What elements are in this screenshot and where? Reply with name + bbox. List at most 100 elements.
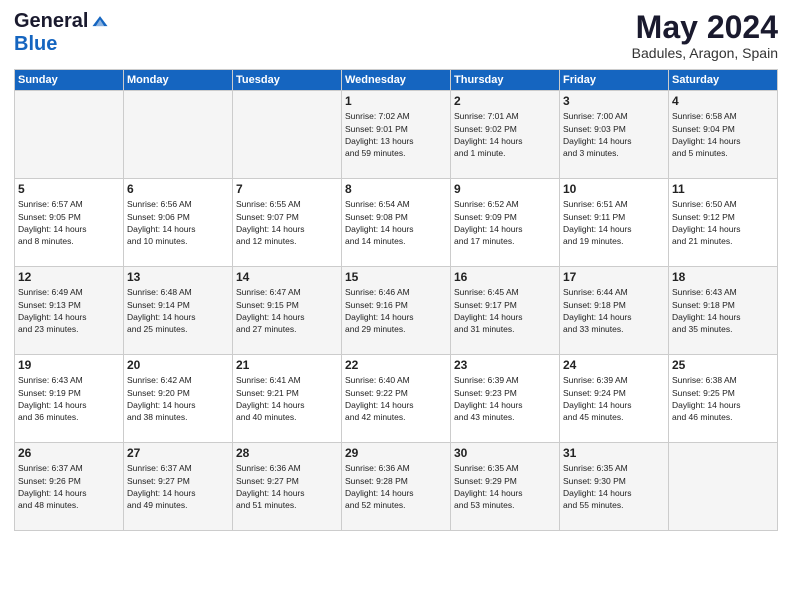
calendar-week-2: 5 Sunrise: 6:57 AMSunset: 9:05 PMDaylight…: [15, 179, 778, 267]
calendar-week-3: 12 Sunrise: 6:49 AMSunset: 9:13 PMDayligh…: [15, 267, 778, 355]
logo-blue: Blue: [14, 33, 57, 56]
page-container: General Blue May 2024 Badules, Aragon, S…: [0, 0, 792, 537]
calendar-cell: 8Sunrise: 6:54 AMSunset: 9:08 PMDaylight…: [342, 179, 451, 267]
calendar-cell: 9Sunrise: 6:52 AMSunset: 9:09 PMDaylight…: [451, 179, 560, 267]
day-info: Sunrise: 6:35 AMSunset: 9:30 PMDaylight:…: [563, 462, 665, 511]
day-info: Sunrise: 7:02 AMSunset: 9:01 PMDaylight:…: [345, 110, 447, 159]
day-number: 13: [127, 270, 229, 284]
calendar-cell: 25Sunrise: 6:38 AMSunset: 9:25 PMDayligh…: [669, 355, 778, 443]
day-info: Sunrise: 6:36 AMSunset: 9:28 PMDaylight:…: [345, 462, 447, 511]
day-number: 24: [563, 358, 665, 372]
calendar-cell: 19 Sunrise: 6:43 AMSunset: 9:19 PMDayligh…: [15, 355, 124, 443]
calendar-week-4: 19 Sunrise: 6:43 AMSunset: 9:19 PMDayligh…: [15, 355, 778, 443]
day-info: Sunrise: 6:49 AMSunset: 9:13 PMDaylight:…: [18, 286, 120, 335]
day-number: 17: [563, 270, 665, 284]
day-number: 16: [454, 270, 556, 284]
day-number: 22: [345, 358, 447, 372]
calendar-cell: 14 Sunrise: 6:47 AMSunset: 9:15 PMDayligh…: [233, 267, 342, 355]
calendar-cell: 29Sunrise: 6:36 AMSunset: 9:28 PMDayligh…: [342, 443, 451, 531]
calendar-cell: 24 Sunrise: 6:39 AMSunset: 9:24 PMDayligh…: [560, 355, 669, 443]
col-saturday: Saturday: [669, 70, 778, 91]
day-info: Sunrise: 7:00 AMSunset: 9:03 PMDaylight:…: [563, 110, 665, 159]
day-info: Sunrise: 6:36 AMSunset: 9:27 PMDaylight:…: [236, 462, 338, 511]
calendar-cell: 23Sunrise: 6:39 AMSunset: 9:23 PMDayligh…: [451, 355, 560, 443]
calendar-cell: 20 Sunrise: 6:42 AMSunset: 9:20 PMDayligh…: [124, 355, 233, 443]
day-info: Sunrise: 7:01 AMSunset: 9:02 PMDaylight:…: [454, 110, 556, 159]
col-wednesday: Wednesday: [342, 70, 451, 91]
day-info: Sunrise: 6:43 AMSunset: 9:18 PMDaylight:…: [672, 286, 774, 335]
day-number: 28: [236, 446, 338, 460]
day-number: 1: [345, 94, 447, 108]
day-info: Sunrise: 6:45 AMSunset: 9:17 PMDaylight:…: [454, 286, 556, 335]
day-info: Sunrise: 6:43 AMSunset: 9:19 PMDaylight:…: [18, 374, 120, 423]
calendar-cell: 31 Sunrise: 6:35 AMSunset: 9:30 PMDayligh…: [560, 443, 669, 531]
day-info: Sunrise: 6:48 AMSunset: 9:14 PMDaylight:…: [127, 286, 229, 335]
day-info: Sunrise: 6:44 AMSunset: 9:18 PMDaylight:…: [563, 286, 665, 335]
logo: General Blue: [14, 10, 110, 56]
day-number: 15: [345, 270, 447, 284]
col-tuesday: Tuesday: [233, 70, 342, 91]
calendar-cell: 6 Sunrise: 6:56 AMSunset: 9:06 PMDaylight…: [124, 179, 233, 267]
day-info: Sunrise: 6:58 AMSunset: 9:04 PMDaylight:…: [672, 110, 774, 159]
calendar-table: Sunday Monday Tuesday Wednesday Thursday…: [14, 69, 778, 531]
calendar-week-1: 1 Sunrise: 7:02 AMSunset: 9:01 PMDaylight…: [15, 91, 778, 179]
calendar-cell: 26 Sunrise: 6:37 AMSunset: 9:26 PMDayligh…: [15, 443, 124, 531]
day-info: Sunrise: 6:56 AMSunset: 9:06 PMDaylight:…: [127, 198, 229, 247]
day-number: 27: [127, 446, 229, 460]
day-info: Sunrise: 6:57 AMSunset: 9:05 PMDaylight:…: [18, 198, 120, 247]
day-info: Sunrise: 6:42 AMSunset: 9:20 PMDaylight:…: [127, 374, 229, 423]
calendar-cell: 21Sunrise: 6:41 AMSunset: 9:21 PMDayligh…: [233, 355, 342, 443]
col-thursday: Thursday: [451, 70, 560, 91]
day-info: Sunrise: 6:40 AMSunset: 9:22 PMDaylight:…: [345, 374, 447, 423]
day-number: 12: [18, 270, 120, 284]
day-number: 20: [127, 358, 229, 372]
day-number: 18: [672, 270, 774, 284]
day-number: 10: [563, 182, 665, 196]
calendar-cell: 15 Sunrise: 6:46 AMSunset: 9:16 PMDayligh…: [342, 267, 451, 355]
day-number: 14: [236, 270, 338, 284]
calendar-cell: 12 Sunrise: 6:49 AMSunset: 9:13 PMDayligh…: [15, 267, 124, 355]
day-number: 19: [18, 358, 120, 372]
day-number: 3: [563, 94, 665, 108]
day-info: Sunrise: 6:52 AMSunset: 9:09 PMDaylight:…: [454, 198, 556, 247]
day-info: Sunrise: 6:35 AMSunset: 9:29 PMDaylight:…: [454, 462, 556, 511]
day-info: Sunrise: 6:55 AMSunset: 9:07 PMDaylight:…: [236, 198, 338, 247]
day-number: 31: [563, 446, 665, 460]
day-number: 7: [236, 182, 338, 196]
day-number: 2: [454, 94, 556, 108]
location: Badules, Aragon, Spain: [632, 45, 778, 61]
day-number: 30: [454, 446, 556, 460]
day-info: Sunrise: 6:46 AMSunset: 9:16 PMDaylight:…: [345, 286, 447, 335]
calendar-cell: 10 Sunrise: 6:51 AMSunset: 9:11 PMDayligh…: [560, 179, 669, 267]
col-friday: Friday: [560, 70, 669, 91]
day-number: 5: [18, 182, 120, 196]
calendar-cell: 27 Sunrise: 6:37 AMSunset: 9:27 PMDayligh…: [124, 443, 233, 531]
header: General Blue May 2024 Badules, Aragon, S…: [14, 10, 778, 61]
logo-general: General: [14, 10, 88, 33]
col-monday: Monday: [124, 70, 233, 91]
logo-icon: [90, 12, 110, 32]
calendar-cell: 7 Sunrise: 6:55 AMSunset: 9:07 PMDaylight…: [233, 179, 342, 267]
day-number: 6: [127, 182, 229, 196]
day-number: 23: [454, 358, 556, 372]
day-info: Sunrise: 6:39 AMSunset: 9:24 PMDaylight:…: [563, 374, 665, 423]
day-info: Sunrise: 6:38 AMSunset: 9:25 PMDaylight:…: [672, 374, 774, 423]
day-number: 21: [236, 358, 338, 372]
day-number: 4: [672, 94, 774, 108]
month-title: May 2024: [632, 10, 778, 45]
day-number: 26: [18, 446, 120, 460]
calendar-cell: 22 Sunrise: 6:40 AMSunset: 9:22 PMDayligh…: [342, 355, 451, 443]
calendar-week-5: 26 Sunrise: 6:37 AMSunset: 9:26 PMDayligh…: [15, 443, 778, 531]
day-info: Sunrise: 6:47 AMSunset: 9:15 PMDaylight:…: [236, 286, 338, 335]
day-info: Sunrise: 6:37 AMSunset: 9:27 PMDaylight:…: [127, 462, 229, 511]
calendar-cell: [233, 91, 342, 179]
day-number: 11: [672, 182, 774, 196]
calendar-cell: 13 Sunrise: 6:48 AMSunset: 9:14 PMDayligh…: [124, 267, 233, 355]
day-info: Sunrise: 6:51 AMSunset: 9:11 PMDaylight:…: [563, 198, 665, 247]
title-block: May 2024 Badules, Aragon, Spain: [632, 10, 778, 61]
day-info: Sunrise: 6:37 AMSunset: 9:26 PMDaylight:…: [18, 462, 120, 511]
calendar-cell: 2 Sunrise: 7:01 AMSunset: 9:02 PMDaylight…: [451, 91, 560, 179]
calendar-cell: 18 Sunrise: 6:43 AMSunset: 9:18 PMDayligh…: [669, 267, 778, 355]
calendar-cell: 17 Sunrise: 6:44 AMSunset: 9:18 PMDayligh…: [560, 267, 669, 355]
day-number: 8: [345, 182, 447, 196]
